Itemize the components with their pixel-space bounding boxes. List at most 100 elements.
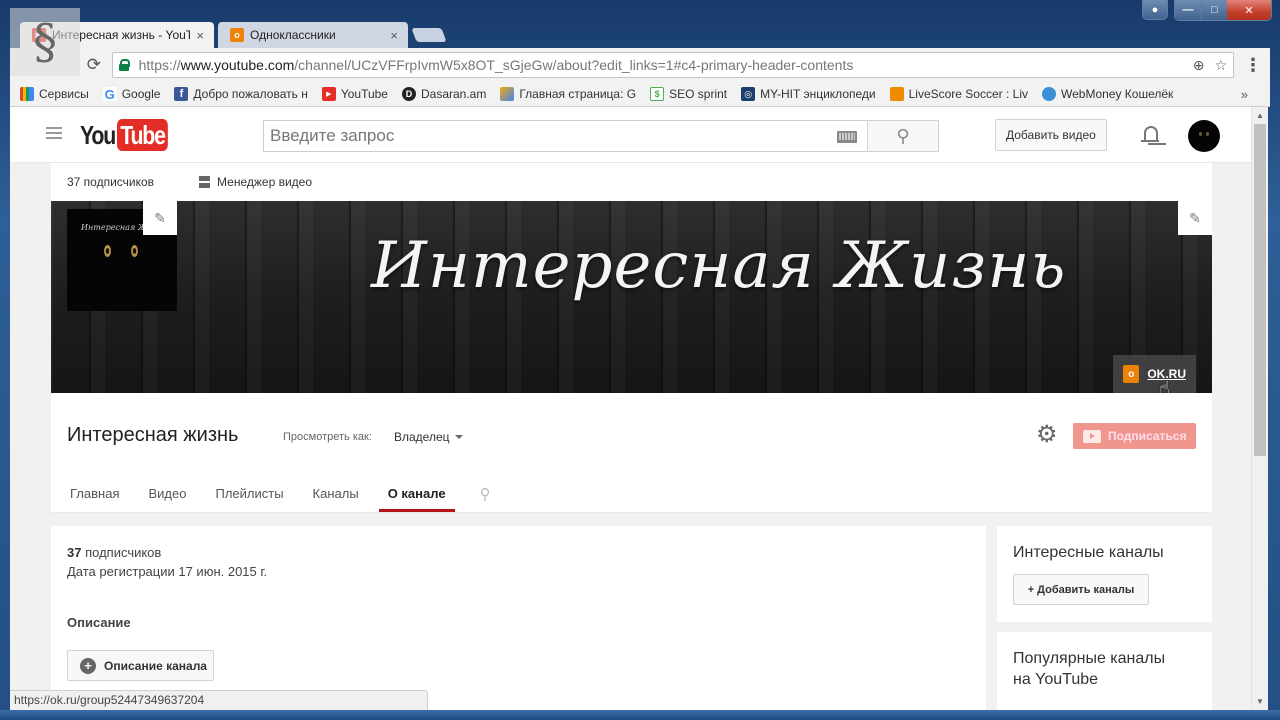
maximize-button[interactable]: □ [1201,0,1227,20]
url-scheme: https:// [138,57,181,73]
chevron-down-icon [454,435,463,439]
bookmark-item[interactable]: $ SEO sprint [650,87,727,101]
tab-title: Одноклассники [250,28,336,42]
bookmark-label: MY-HIT энциклопеди [760,87,876,101]
cat-eye [131,245,138,257]
seosprint-icon: $ [650,87,665,101]
featured-channels-title: Интересные каналы [1013,544,1164,561]
plus-circle-icon: + [80,657,96,674]
bookmark-label: SEO sprint [669,87,728,101]
channel-stats-bar: 37 подписчиков Менеджер видео [51,163,1212,201]
zoom-icon[interactable]: ⊕ [1193,57,1205,74]
search-input[interactable]: Введите запрос [263,120,868,152]
hand-cursor-icon: ☝ [1159,378,1170,393]
about-section: 37 подписчиков Дата регистрации 17 июн. … [51,526,986,710]
bookmark-item[interactable]: Главная страница: G [500,87,636,101]
window-buttons: — □ ✕ [1174,0,1272,21]
new-tab-button[interactable] [411,28,447,42]
minimize-button[interactable]: — [1175,0,1201,20]
channel-title-row: Интересная жизнь Просмотреть как: Владел… [51,393,1212,475]
omnibox-icons: ⊕ ☆ [1193,57,1227,74]
scroll-up-icon[interactable]: ▲ [1252,107,1268,124]
bookmark-item[interactable]: G Google [102,86,160,102]
subscribe-button[interactable]: Подписаться [1073,423,1197,449]
tab-strip: ▶ Интересная жизнь - YouTube × о Однокла… [20,20,447,48]
browser-tab-odnoklassniki[interactable]: о Одноклассники × [218,22,408,48]
keyboard-icon[interactable] [837,131,857,143]
webmoney-icon [1042,87,1056,101]
bookmark-label: YouTube [340,87,388,101]
youtube-logo[interactable]: You Tube [80,119,179,151]
tab-videos[interactable]: Видео [139,475,195,512]
tab-about[interactable]: О канале [378,475,455,512]
bookmark-label: LiveScore Soccer : Liv [908,87,1028,101]
livescore-icon [889,87,904,101]
ok-icon: о [1123,365,1140,383]
avatar[interactable] [1188,120,1220,152]
scrollbar-thumb[interactable] [1254,124,1266,456]
view-as-value: Владелец [394,430,450,444]
channel-header: 37 подписчиков Менеджер видео Интересная… [51,163,1212,513]
featured-channels-card: Интересные каналы + Добавить каналы [997,526,1212,622]
bookmark-item[interactable]: Сервисы [20,87,89,101]
channel-search-icon[interactable]: ⚲ [480,475,491,512]
bookmark-item[interactable]: f Добро пожаловать н [174,87,308,101]
menu-icon[interactable]: ⋮ [1244,55,1262,76]
bell-icon[interactable] [1141,124,1159,146]
ok-icon: о [230,28,244,42]
ok-ru-link[interactable]: о OK.RU [1113,355,1196,393]
bookmark-item[interactable]: D Dasaran.am [401,87,487,101]
youtube-icon: ▶ [321,87,336,101]
status-bar-url: https://ok.ru/group52447349637204 [10,690,428,710]
search-icon: ⚲ [896,125,910,146]
video-manager-link[interactable]: Менеджер видео [199,175,312,189]
bookmark-label: Dasaran.am [420,87,487,101]
scroll-down-icon[interactable]: ▼ [1252,693,1268,710]
dasaran-icon: D [401,87,416,101]
window-bottom-frame [0,710,1280,720]
address-bar[interactable]: https:// www.youtube.com /channel/UCzVFF… [111,52,1234,78]
page-scrollbar[interactable]: ▲ ▼ [1251,107,1268,710]
popular-title-line1: Популярные каналы [1013,650,1166,667]
add-channels-button[interactable]: + Добавить каналы [1013,574,1149,605]
pencil-icon: ✎ [1189,209,1201,226]
close-icon[interactable]: × [196,28,204,43]
google-icon: G [102,86,117,102]
bookmark-label: Главная страница: G [519,87,637,101]
bookmark-item[interactable]: WebMoney Кошелёк [1042,87,1173,101]
logo-tube: Tube [116,119,168,151]
user-icon[interactable]: ● [1142,0,1168,20]
reload-icon[interactable]: ⟳ [82,53,106,77]
cat-eye [104,245,111,257]
edit-avatar-button[interactable]: ✎ [143,201,177,235]
upload-video-button[interactable]: Добавить видео [995,119,1107,151]
lock-icon [118,59,130,71]
facebook-icon: f [174,87,189,101]
menu-icon[interactable] [46,127,62,139]
url-path: /channel/UCzVFFrpIvmW5x8OT_sGjeGw/about?… [294,57,854,73]
subscribe-label: Подписаться [1108,429,1187,443]
bookmark-item[interactable]: ▶ YouTube [321,87,388,101]
bookmark-item[interactable]: ◎ MY-HIT энциклопеди [741,87,876,101]
bookmark-item[interactable]: LiveScore Soccer : Liv [889,87,1028,101]
tab-home[interactable]: Главная [61,475,128,512]
search-button[interactable]: ⚲ [867,120,939,152]
close-icon[interactable]: × [390,28,398,43]
view-as-dropdown[interactable]: Владелец [394,430,463,444]
tab-channels[interactable]: Каналы [304,475,368,512]
close-button[interactable]: ✕ [1227,0,1271,20]
edit-banner-button[interactable]: ✎ [1178,201,1212,235]
subscribers-word: подписчиков [85,545,162,560]
popular-channels-card: Популярные каналы на YouTube [997,632,1212,710]
add-description-button[interactable]: + Описание канала [67,650,214,681]
bookmarks-overflow-icon[interactable]: » [1241,87,1248,102]
dragon-logo: § [10,8,80,76]
star-icon[interactable]: ☆ [1214,57,1227,74]
tab-playlists[interactable]: Плейлисты [206,475,292,512]
url-host: www.youtube.com [180,57,295,73]
search-placeholder: Введите запрос [270,126,395,145]
gear-icon[interactable]: ⚙ [1036,423,1058,447]
registration-date: Дата регистрации 17 июн. 2015 г. [67,564,268,579]
myhit-icon: ◎ [741,87,756,101]
view-as-label: Просмотреть как: [283,431,372,443]
